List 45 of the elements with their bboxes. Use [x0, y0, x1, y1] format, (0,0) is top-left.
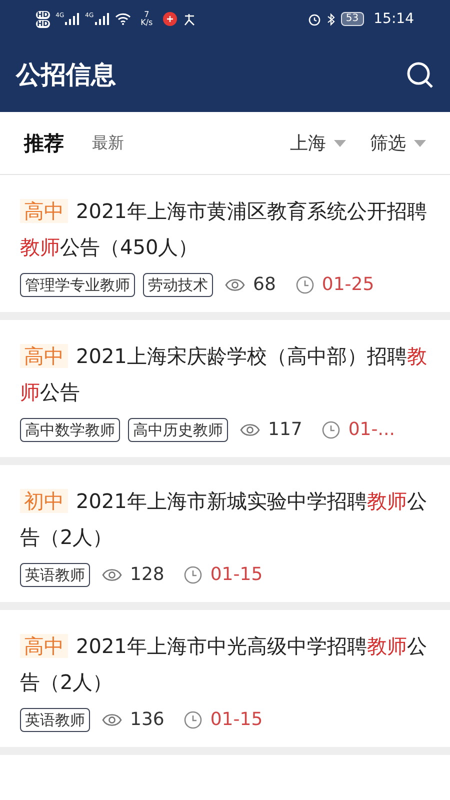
app-notification-icon	[162, 12, 177, 26]
view-count: 68	[253, 273, 276, 297]
caret-icon	[334, 140, 346, 146]
subject-tag: 高中历史教师	[128, 418, 228, 442]
clock-icon	[296, 276, 314, 294]
post-date: 01-15	[210, 563, 263, 587]
signal-icon	[94, 13, 109, 25]
eye-icon	[102, 712, 122, 726]
subject-tag: 高中数学教师	[20, 418, 120, 442]
view-count: 128	[130, 563, 164, 587]
subject-tag: 劳动技术	[143, 272, 213, 296]
caret-icon	[414, 140, 426, 146]
subject-tag: 英语教师	[20, 562, 90, 586]
job-title[interactable]: 高中 2021年上海市中光高级中学招聘教师公告（2人）	[20, 628, 430, 700]
view-count: 136	[130, 708, 164, 732]
post-date: 01-25	[322, 273, 374, 297]
post-date: 01-...	[348, 418, 395, 442]
job-title[interactable]: 高中 2021年上海市黄浦区教育系统公开招聘 教师公告（450人）	[20, 193, 430, 265]
clock-icon	[322, 420, 340, 438]
eye-icon	[102, 568, 122, 582]
view-count: 117	[268, 418, 302, 442]
wifi-icon	[114, 13, 131, 25]
post-date: 01-15	[210, 708, 263, 732]
subject-tag: 管理学专业教师	[20, 272, 135, 296]
tab[interactable]: 最新	[92, 131, 124, 155]
job-title[interactable]: 初中 2021年上海市新城实验中学招聘教师公告（2人）	[20, 483, 430, 555]
page-title: 公招信息	[16, 59, 116, 92]
speed-unit: K/s	[140, 19, 153, 27]
tab[interactable]: 推荐	[24, 128, 64, 158]
job-title[interactable]: 高中 2021上海宋庆龄学校（高中部）招聘教师公告	[20, 338, 430, 410]
search-icon[interactable]	[406, 61, 434, 89]
eye-icon	[240, 422, 260, 436]
signal-icon	[65, 13, 80, 25]
subject-tag: 英语教师	[20, 708, 90, 732]
battery-indicator: 53	[340, 12, 364, 26]
speed-value: 7	[144, 11, 150, 19]
clock-icon	[184, 566, 202, 584]
bluetooth-icon	[326, 12, 335, 26]
eye-icon	[225, 278, 245, 292]
clock-icon	[184, 710, 202, 728]
alarm-icon	[308, 12, 321, 26]
filter-dropdown[interactable]: 上海	[290, 130, 346, 156]
filter-dropdown[interactable]: 筛选	[370, 130, 426, 156]
notification-icon	[182, 12, 196, 26]
clock-time: 15:14	[374, 10, 414, 28]
